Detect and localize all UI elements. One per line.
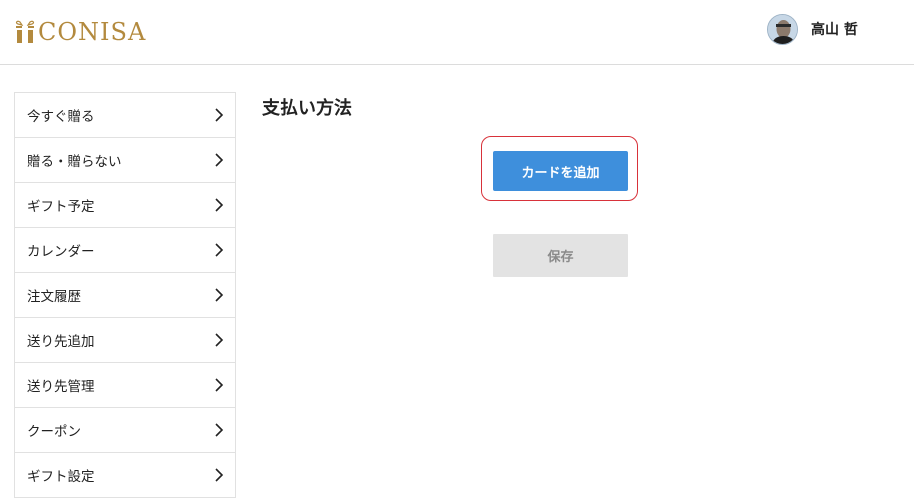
user-menu[interactable]: 高山 哲: [767, 13, 858, 45]
page-title: 支払い方法: [262, 98, 352, 119]
sidebar-item-label: 注文履歴: [27, 289, 81, 305]
gift-logo-icon: [15, 20, 35, 43]
sidebar-item-label: クーポン: [27, 424, 81, 440]
sidebar-item-add-recipient[interactable]: 送り先追加: [15, 318, 235, 363]
user-photo-icon: [768, 14, 797, 44]
add-card-button[interactable]: カードを追加: [493, 151, 628, 191]
sidebar-item-label: 贈る・贈らない: [27, 154, 122, 170]
sidebar-item-manage-recipients[interactable]: 送り先管理: [15, 363, 235, 408]
logo[interactable]: CONISA: [14, 18, 146, 46]
sidebar-item-label: ギフト設定: [27, 469, 95, 485]
sidebar-item-calendar[interactable]: カレンダー: [15, 228, 235, 273]
sidebar-item-gift-settings[interactable]: ギフト設定: [15, 453, 235, 498]
sidebar-item-order-history[interactable]: 注文履歴: [15, 273, 235, 318]
chevron-right-icon: [215, 198, 224, 212]
sidebar-item-send-or-not[interactable]: 贈る・贈らない: [15, 138, 235, 183]
chevron-right-icon: [215, 333, 224, 347]
chevron-right-icon: [215, 423, 224, 437]
sidebar-item-coupons[interactable]: クーポン: [15, 408, 235, 453]
sidebar-menu: 今すぐ贈る 贈る・贈らない ギフト予定 カレンダー 注文履歴 送り先追加 送り先…: [14, 92, 236, 498]
chevron-right-icon: [215, 153, 224, 167]
sidebar-item-label: カレンダー: [27, 244, 95, 260]
sidebar-item-send-now[interactable]: 今すぐ贈る: [15, 93, 235, 138]
chevron-right-icon: [215, 378, 224, 392]
sidebar-item-label: 送り先管理: [27, 379, 95, 395]
logo-text: CONISA: [38, 18, 147, 46]
sidebar-item-label: 送り先追加: [27, 334, 95, 350]
sidebar-item-label: ギフト予定: [27, 199, 95, 215]
sidebar-item-gift-schedule[interactable]: ギフト予定: [15, 183, 235, 228]
header: CONISA 高山 哲: [0, 0, 914, 65]
save-button[interactable]: 保存: [493, 234, 628, 277]
chevron-right-icon: [215, 288, 224, 302]
chevron-right-icon: [215, 108, 224, 122]
avatar[interactable]: [767, 13, 798, 45]
sidebar-item-label: 今すぐ贈る: [27, 109, 95, 125]
user-name: 高山 哲: [811, 22, 858, 38]
chevron-right-icon: [215, 243, 224, 257]
chevron-right-icon: [215, 468, 224, 482]
